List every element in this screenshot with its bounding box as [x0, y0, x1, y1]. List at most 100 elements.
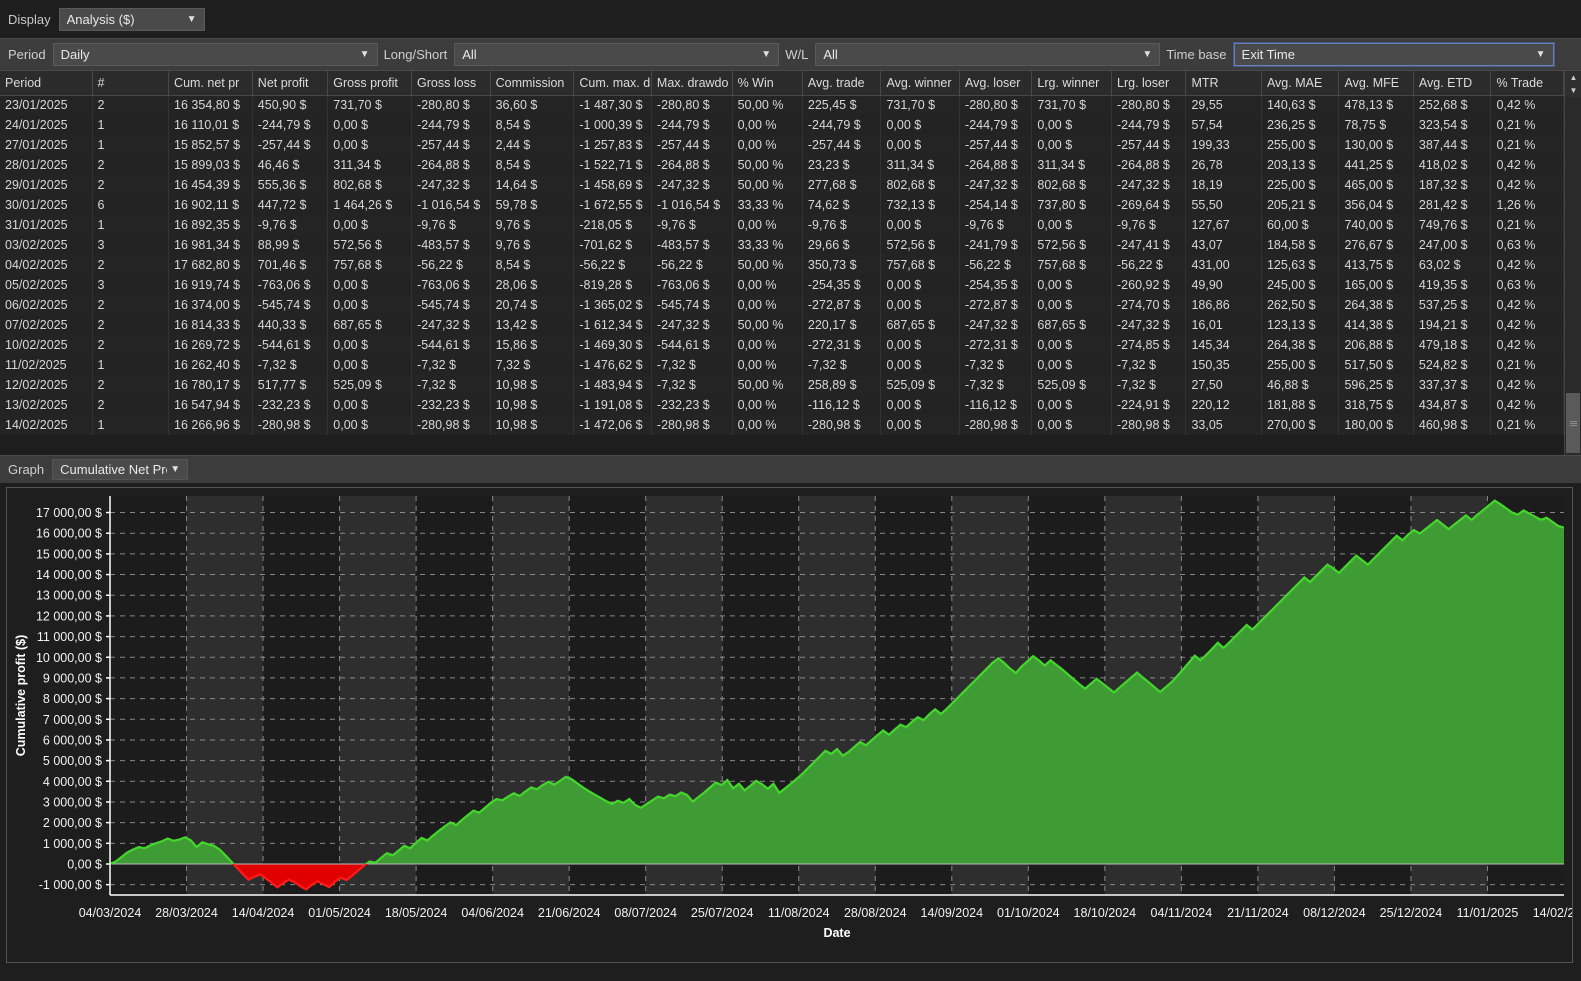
scroll-up-icon[interactable]: ▲ — [1565, 71, 1581, 84]
column-header-win[interactable]: % Win — [732, 71, 803, 96]
table-cell: -247,32 $ — [651, 175, 733, 195]
column-header-avg-etd[interactable]: Avg. ETD — [1413, 71, 1492, 96]
table-cell: 16 981,34 $ — [168, 235, 253, 255]
table-cell: 8,54 $ — [490, 115, 575, 135]
table-cell: 478,13 $ — [1338, 95, 1414, 115]
table-cell: -483,57 $ — [411, 235, 491, 255]
scrollbar-track[interactable] — [1565, 97, 1581, 455]
longshort-select[interactable]: All ▼ — [454, 43, 780, 66]
x-tick-label: 28/08/2024 — [844, 906, 907, 920]
column-header-gross-profit[interactable]: Gross profit — [327, 71, 413, 96]
table-cell: -545,74 $ — [651, 295, 733, 315]
column-header-avg-mae[interactable]: Avg. MAE — [1261, 71, 1340, 96]
table-cell: 2 — [92, 95, 170, 115]
table-cell: 537,25 $ — [1413, 295, 1492, 315]
table-cell: 10,98 $ — [490, 415, 575, 435]
table-cell: 0,42 % — [1490, 315, 1564, 335]
table-cell: 23/01/2025 — [0, 95, 93, 115]
column-header-gross-loss[interactable]: Gross loss — [411, 71, 491, 96]
table-cell: 418,02 $ — [1413, 155, 1492, 175]
table-cell: 413,75 $ — [1338, 255, 1414, 275]
wl-select[interactable]: All ▼ — [815, 43, 1161, 66]
x-tick-label: 18/10/2024 — [1074, 906, 1137, 920]
y-tick-label: 14 000,00 $ — [36, 568, 102, 582]
table-cell: 140,63 $ — [1261, 95, 1340, 115]
column-header-period[interactable]: Period — [0, 71, 93, 96]
table-row[interactable]: 13/02/2025 2 16 547,94 $ -232,23 $0,00 $ -23… — [0, 395, 1564, 415]
table-cell: 04/02/2025 — [0, 255, 93, 275]
column-header-net-profit[interactable]: Net profit — [252, 71, 329, 96]
table-row[interactable]: 10/02/2025 2 16 269,72 $ -544,61 $0,00 $ -54… — [0, 335, 1564, 355]
table-cell: 2 — [92, 175, 170, 195]
table-cell: 187,32 $ — [1413, 175, 1492, 195]
table-cell: 165,00 $ — [1338, 275, 1414, 295]
table-row[interactable]: 05/02/2025 3 16 919,74 $ -763,06 $0,00 $ -76… — [0, 275, 1564, 295]
table-cell: 255,00 $ — [1261, 355, 1340, 375]
column-header-cum-net-pr[interactable]: Cum. net pr — [168, 71, 253, 96]
table-row[interactable]: 11/02/2025 1 16 262,40 $ -7,32 $0,00 $ -7,32… — [0, 355, 1564, 375]
table-vertical-scrollbar[interactable]: ▲ ▼ — [1564, 71, 1581, 455]
column-header-trade[interactable]: % Trade — [1490, 71, 1564, 96]
column-header-avg-winner[interactable]: Avg. winner — [880, 71, 961, 96]
display-select[interactable]: Analysis ($) ▼ — [58, 7, 205, 31]
table-cell: 572,56 $ — [880, 235, 961, 255]
table-cell: 9,76 $ — [490, 235, 575, 255]
column-header-commission[interactable]: Commission — [490, 71, 575, 96]
table-row[interactable]: 29/01/2025 2 16 454,39 $555,36 $802,68 $ -2… — [0, 175, 1564, 195]
table-cell: -1 472,06 $ — [573, 415, 652, 435]
scrollbar-thumb[interactable] — [1566, 393, 1580, 453]
scroll-down-icon[interactable]: ▼ — [1565, 84, 1581, 97]
table-row[interactable]: 31/01/2025 1 16 892,35 $ -9,76 $0,00 $ -9,76… — [0, 215, 1564, 235]
chart-container: 17 000,00 $ 16 000,00 $ 15 000,00 $ 14 000,… — [0, 483, 1581, 967]
cumulative-net-profit-chart[interactable]: 17 000,00 $ 16 000,00 $ 15 000,00 $ 14 000,… — [7, 488, 1572, 943]
table-cell: -1 612,34 $ — [573, 315, 652, 335]
column-header-mtr[interactable]: MTR — [1185, 71, 1262, 96]
table-cell: 16 780,17 $ — [168, 375, 253, 395]
table-row[interactable]: 24/01/2025 1 16 110,01 $ -244,79 $0,00 $ -24… — [0, 115, 1564, 135]
table-row[interactable]: 07/02/2025 2 16 814,33 $440,33 $687,65 $ -2… — [0, 315, 1564, 335]
y-tick-label: 17 000,00 $ — [36, 506, 102, 520]
column-header-lrg-loser[interactable]: Lrg. loser — [1111, 71, 1187, 96]
table-cell: 0,42 % — [1490, 375, 1564, 395]
table-cell: -280,98 $ — [1111, 415, 1187, 435]
graph-type-select[interactable]: Cumulative Net Profit ▼ — [52, 459, 189, 480]
table-cell: 26,78 — [1185, 155, 1262, 175]
period-select[interactable]: Daily ▼ — [52, 43, 378, 66]
table-cell: 258,89 $ — [802, 375, 882, 395]
column-header-[interactable]: # — [92, 71, 170, 96]
table-row[interactable]: 12/02/2025 2 16 780,17 $517,77 $525,09 $ -7… — [0, 375, 1564, 395]
table-row[interactable]: 03/02/2025 3 16 981,34 $88,99 $572,56 $ -48… — [0, 235, 1564, 255]
table-cell: -544,61 $ — [252, 335, 329, 355]
table-row[interactable]: 30/01/2025 6 16 902,11 $447,72 $1 464,26 $… — [0, 195, 1564, 215]
column-header-lrg-winner[interactable]: Lrg. winner — [1031, 71, 1113, 96]
timebase-select-value: Exit Time — [1241, 47, 1295, 62]
table-row[interactable]: 04/02/2025 2 17 682,80 $701,46 $757,68 $ -5… — [0, 255, 1564, 275]
table-cell: 1,26 % — [1490, 195, 1564, 215]
table-cell: 323,54 $ — [1413, 115, 1492, 135]
table-cell: 186,86 — [1185, 295, 1262, 315]
chart-band — [186, 496, 264, 895]
column-header-avg-mfe[interactable]: Avg. MFE — [1338, 71, 1414, 96]
table-cell: 0,00 % — [732, 275, 803, 295]
column-header-avg-loser[interactable]: Avg. loser — [959, 71, 1033, 96]
table-cell: 318,75 $ — [1338, 395, 1414, 415]
table-cell: -247,32 $ — [411, 315, 491, 335]
timebase-select[interactable]: Exit Time ▼ — [1232, 42, 1555, 67]
table-cell: 731,70 $ — [1031, 95, 1113, 115]
column-header-cum-max-d[interactable]: Cum. max. d — [573, 71, 652, 96]
table-row[interactable]: 23/01/2025 2 16 354,80 $450,90 $731,70 $ -2… — [0, 95, 1564, 115]
table-row[interactable]: 14/02/2025 1 16 266,96 $ -280,98 $0,00 $ -28… — [0, 415, 1564, 435]
table-cell: -7,32 $ — [959, 375, 1033, 395]
table-cell: 6 — [92, 195, 170, 215]
table-cell: 14,64 $ — [490, 175, 575, 195]
table-cell: 311,34 $ — [1031, 155, 1113, 175]
table-cell: 28/01/2025 — [0, 155, 93, 175]
table-row[interactable]: 06/02/2025 2 16 374,00 $ -545,74 $0,00 $ -54… — [0, 295, 1564, 315]
table-row[interactable]: 27/01/2025 1 15 852,57 $ -257,44 $0,00 $ -25… — [0, 135, 1564, 155]
table-row[interactable]: 28/01/2025 2 15 899,03 $46,46 $311,34 $ -26… — [0, 155, 1564, 175]
chart-horizontal-scrollbar[interactable] — [0, 967, 1581, 981]
column-header-max-drawdo[interactable]: Max. drawdo — [651, 71, 733, 96]
table-cell: 33,33 % — [732, 235, 803, 255]
column-header-avg-trade[interactable]: Avg. trade — [802, 71, 882, 96]
table-cell: 247,00 $ — [1413, 235, 1492, 255]
